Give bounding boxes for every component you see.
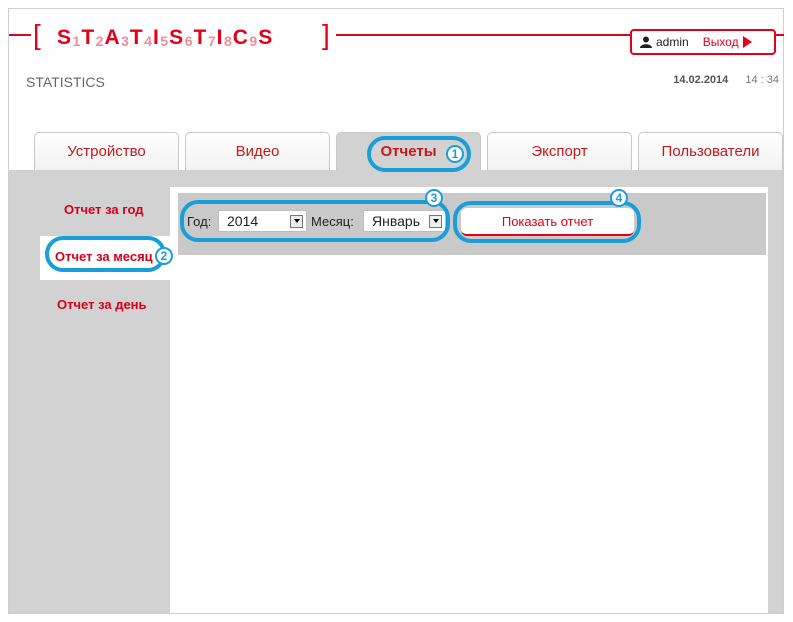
logo-char: S: [258, 26, 273, 49]
logo-char: 7: [207, 33, 216, 49]
sidebar-item-year-report[interactable]: Отчет за год: [64, 202, 143, 217]
user-box: admin Выход: [630, 29, 776, 55]
logout-label: Выход: [702, 35, 739, 49]
logo-char: T: [81, 26, 95, 49]
logo-bracket-right: ]: [322, 19, 330, 50]
logo-char: 4: [144, 33, 153, 49]
user-icon: [640, 36, 652, 48]
sidebar-item-day-report[interactable]: Отчет за день: [57, 297, 147, 312]
tab-video[interactable]: Видео: [185, 132, 330, 170]
annotation-number-4: 4: [610, 189, 628, 207]
logo-char: S: [57, 26, 72, 49]
current-date: 14.02.2014: [673, 74, 729, 86]
datetime: 14.02.2014 14 : 34: [673, 74, 779, 86]
tab-export[interactable]: Экспорт: [487, 132, 632, 170]
logo-char: T: [193, 26, 207, 49]
logo-char: 3: [121, 33, 129, 49]
logo-char: T: [129, 26, 144, 49]
tab-users[interactable]: Пользователи: [638, 132, 783, 170]
username: admin: [656, 35, 689, 49]
logo-char: 9: [249, 33, 258, 49]
logo-char: 1: [72, 33, 81, 49]
annotation-number-2: 2: [155, 247, 173, 265]
logo-char: 5: [160, 33, 169, 49]
logout-button[interactable]: Выход: [703, 35, 752, 49]
logo: S1T2A3T4I5S6T7I8C9S: [57, 26, 273, 50]
annotation-number-1: 1: [446, 145, 464, 163]
logo-char: 2: [95, 33, 104, 49]
highlight-show-button: [453, 201, 641, 243]
highlight-filters: [180, 200, 450, 242]
current-time: 14 : 34: [745, 74, 779, 86]
logo-bracket-left: [: [33, 19, 41, 50]
logo-char: 6: [184, 33, 193, 49]
logo-char: A: [104, 26, 121, 49]
tab-device[interactable]: Устройство: [34, 132, 179, 170]
annotation-number-3: 3: [425, 189, 443, 207]
highlight-month-report: [45, 236, 166, 272]
arrow-right-icon: [742, 36, 752, 48]
logo-char: 8: [223, 33, 232, 49]
page-subtitle: STATISTICS: [26, 74, 105, 90]
header-line-right: [336, 34, 630, 36]
header-line-end: [776, 34, 784, 36]
header-line-left: [9, 34, 31, 36]
logo-char: S: [169, 26, 184, 49]
logo-char: I: [216, 26, 223, 49]
logo-char: I: [153, 26, 160, 49]
logo-char: C: [232, 26, 249, 49]
